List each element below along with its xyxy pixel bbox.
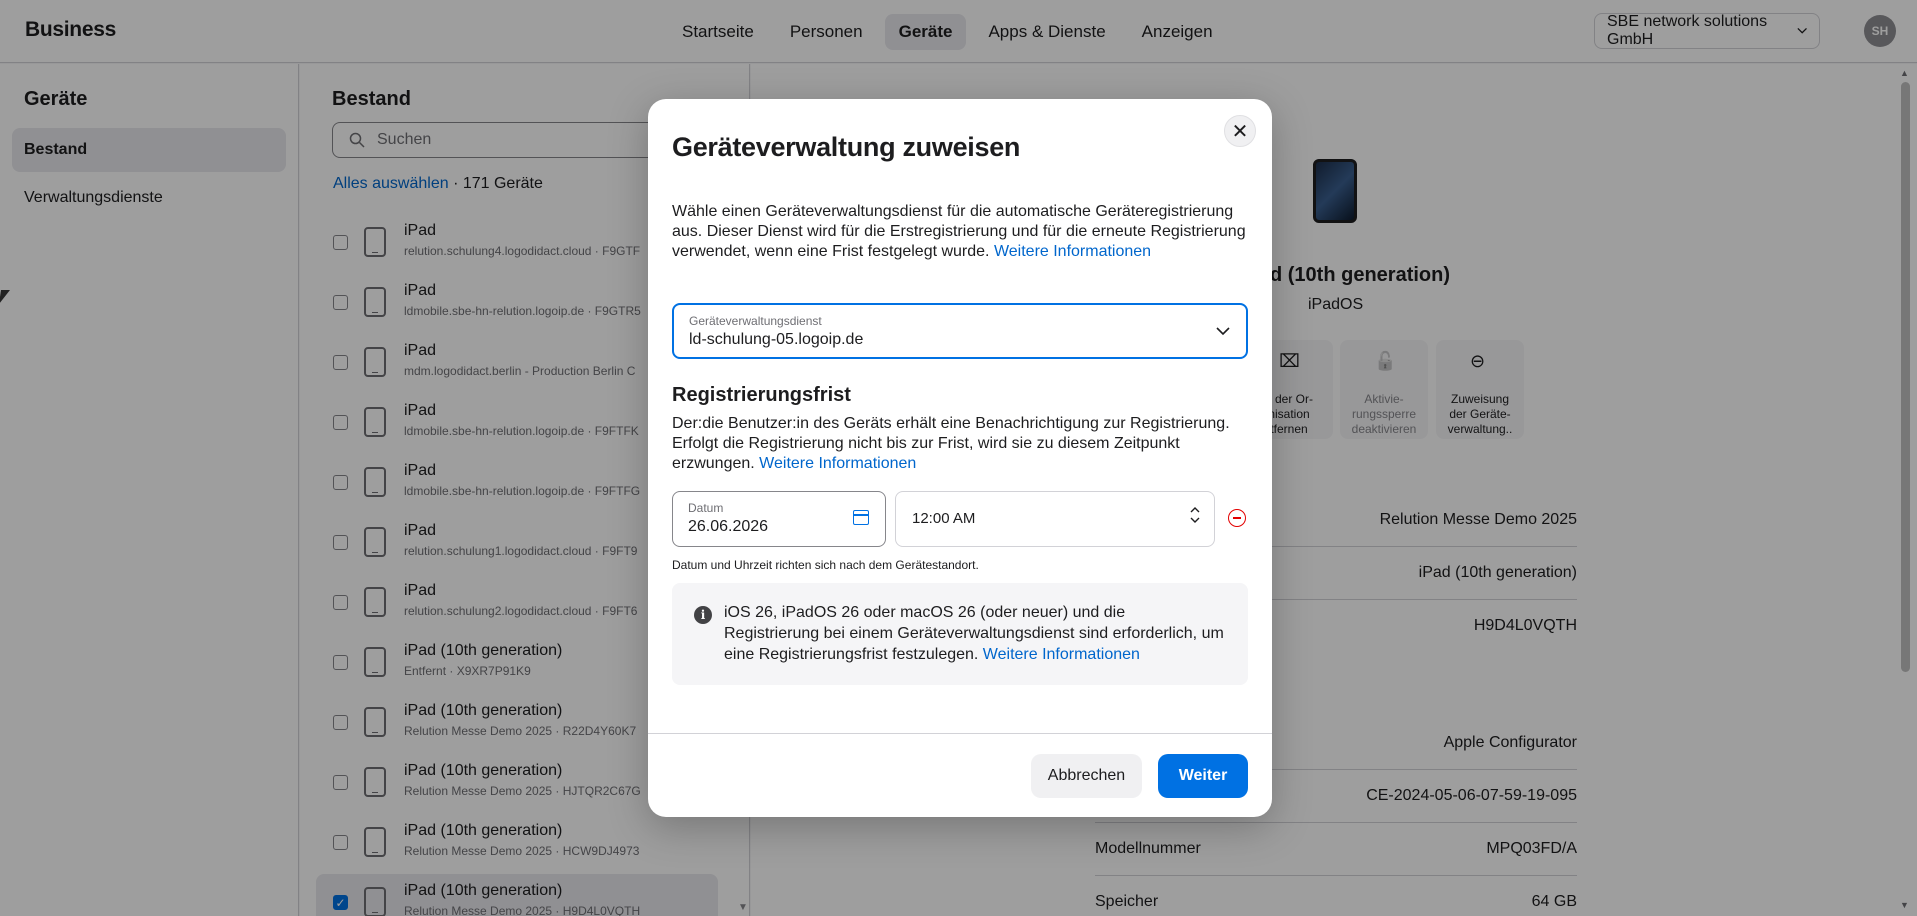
calendar-icon[interactable] — [853, 510, 869, 525]
select-value: ld-schulung-05.logoip.de — [689, 331, 864, 348]
stepper-icon — [1190, 507, 1200, 523]
time-select[interactable]: 12:00 AM — [895, 491, 1215, 547]
info-icon: i — [694, 606, 712, 624]
more-info-link[interactable]: Weitere Informationen — [759, 455, 916, 472]
next-button[interactable]: Weiter — [1158, 754, 1248, 798]
dialog-title: Geräteverwaltung zuweisen — [672, 132, 1021, 162]
more-info-link[interactable]: Weitere Informationen — [983, 646, 1140, 663]
info-body: iOS 26, iPadOS 26 oder macOS 26 (oder ne… — [724, 604, 1224, 663]
deadline-description: Der:die Benutzer:in des Geräts erhält ei… — [672, 414, 1252, 474]
select-label: Geräteverwaltungsdienst — [689, 314, 822, 328]
date-field[interactable]: Datum 26.06.2026 — [672, 491, 886, 547]
date-label: Datum — [688, 501, 724, 515]
remove-deadline-button[interactable] — [1228, 509, 1246, 527]
dialog-description: Wähle einen Geräteverwaltungsdienst für … — [672, 202, 1252, 262]
requirements-info-box: i iOS 26, iPadOS 26 oder macOS 26 (oder … — [672, 583, 1248, 685]
close-icon: ✕ — [1231, 120, 1249, 143]
close-button[interactable]: ✕ — [1224, 115, 1256, 147]
footer-divider — [648, 733, 1272, 734]
timezone-hint: Datum und Uhrzeit richten sich nach dem … — [672, 558, 979, 572]
cancel-button[interactable]: Abbrechen — [1031, 754, 1142, 798]
deadline-heading: Registrierungsfrist — [672, 384, 851, 406]
more-info-link[interactable]: Weitere Informationen — [994, 243, 1151, 260]
time-value: 12:00 AM — [912, 510, 976, 527]
assign-device-management-dialog: ✕ Geräteverwaltung zuweisen Wähle einen … — [648, 99, 1272, 817]
chevron-down-icon — [1216, 327, 1230, 336]
info-text: iOS 26, iPadOS 26 oder macOS 26 (oder ne… — [724, 602, 1224, 665]
deadline-text: Der:die Benutzer:in des Geräts erhält ei… — [672, 415, 1230, 472]
management-service-select[interactable]: Geräteverwaltungsdienst ld-schulung-05.l… — [672, 303, 1248, 359]
description-text: Wähle einen Geräteverwaltungsdienst für … — [672, 203, 1246, 260]
date-value: 26.06.2026 — [688, 518, 769, 535]
